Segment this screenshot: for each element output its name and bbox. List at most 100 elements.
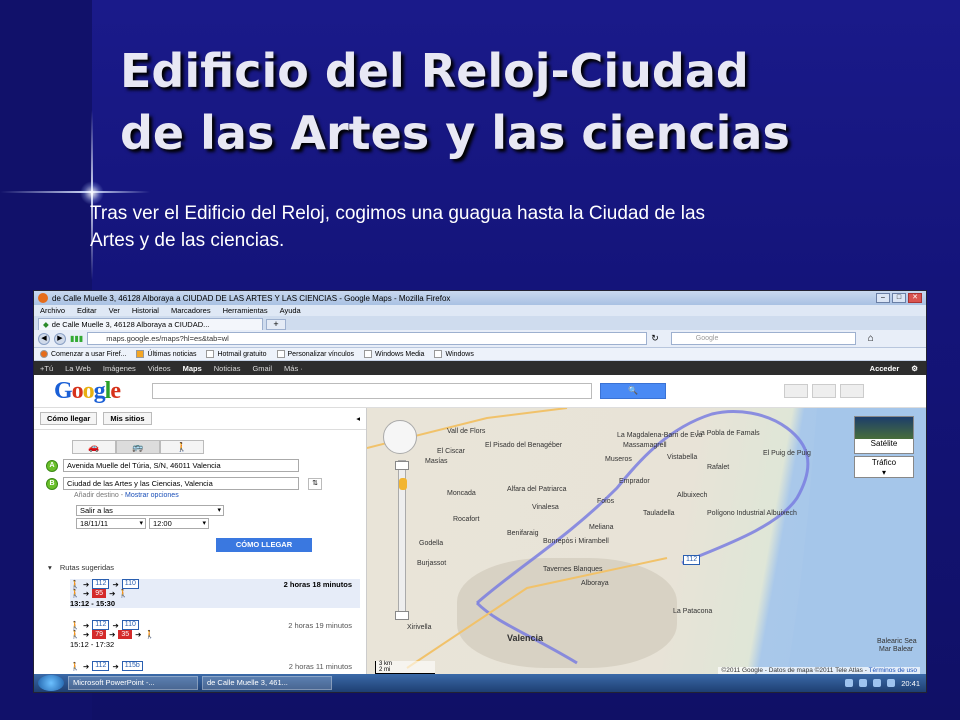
bookmark-bars-icon[interactable]: ▮▮▮ <box>70 334 83 343</box>
walk-icon[interactable]: 🚶 <box>160 440 204 454</box>
navigation-bar: ◀ ▶ ▮▮▮ maps.google.es/maps?hl=es&tab=wl… <box>34 330 926 348</box>
menu-historial[interactable]: Historial <box>132 306 159 315</box>
destination-input[interactable]: Ciudad de las Artes y las Ciencias, Vale… <box>63 477 299 490</box>
gbar-images[interactable]: Imágenes <box>103 364 136 373</box>
browser-search-input[interactable]: Google <box>670 332 856 345</box>
bookmark-item[interactable]: Últimas noticias <box>136 350 196 358</box>
bookmark-label: Hotmail gratuito <box>217 350 267 358</box>
gbar-more[interactable]: Más · <box>284 364 303 373</box>
url-bar[interactable]: maps.google.es/maps?hl=es&tab=wl <box>87 332 648 345</box>
bus-badge-red: 95 <box>92 589 107 598</box>
origin-input[interactable]: Avenida Muelle del Túria, S/N, 46011 Val… <box>63 459 299 472</box>
date-input[interactable]: 18/11/11 <box>76 518 146 529</box>
map-label: Balearic Sea <box>877 638 917 645</box>
home-icon[interactable]: ⌂ <box>868 333 874 344</box>
map-label: El Pisado del Benagéber <box>485 442 563 449</box>
search-button[interactable]: 🔍 <box>600 383 666 399</box>
start-button[interactable] <box>38 675 64 691</box>
bookmark-item[interactable]: Personalizar vínculos <box>276 350 354 358</box>
map-label: Vistabella <box>667 454 698 461</box>
map-label: Polígono Industrial Albuixech <box>707 510 797 517</box>
gbar-gmail[interactable]: Gmail <box>252 364 272 373</box>
expand-icon[interactable]: ▾ <box>48 563 52 572</box>
route-option[interactable]: 🚶 ➔ 112 ➔ 110 2 horas 18 minutos 🚶 ➔ 95 ➔ 🚶 13… <box>70 579 360 608</box>
link-icon[interactable] <box>840 384 864 398</box>
depart-select[interactable]: Salir a las <box>76 505 224 516</box>
map-label: La Magdalena-Barri de Evá <box>617 432 703 439</box>
gear-icon[interactable]: ⚙ <box>911 364 918 373</box>
taskbar-item[interactable]: Microsoft PowerPoint -... <box>68 676 198 690</box>
reload-icon[interactable]: ↻ <box>651 333 659 344</box>
close-button[interactable]: ✕ <box>908 293 922 303</box>
maximize-button[interactable]: □ <box>892 293 906 303</box>
car-icon[interactable]: 🚗 <box>72 440 116 454</box>
browser-tab[interactable]: ◆ de Calle Muelle 3, 46128 Alboraya a CI… <box>38 318 263 330</box>
pan-control[interactable] <box>383 420 417 454</box>
gbar-web[interactable]: La Web <box>65 364 91 373</box>
email-icon[interactable] <box>812 384 836 398</box>
tray-icon[interactable] <box>859 679 868 687</box>
gbar-plus[interactable]: +Tú <box>40 364 53 373</box>
gbar-videos[interactable]: Videos <box>148 364 171 373</box>
menu-ver[interactable]: Ver <box>109 306 120 315</box>
my-places-button[interactable]: Mis sitios <box>103 412 152 425</box>
map-label: Museros <box>605 456 632 463</box>
map-label: Vall de Flors <box>447 428 486 435</box>
terms-link[interactable]: Términos de uso <box>869 667 917 674</box>
taskbar-item[interactable]: de Calle Muelle 3, 461... <box>202 676 332 690</box>
get-directions-submit[interactable]: CÓMO LLEGAR <box>216 538 312 552</box>
gbar-maps[interactable]: Maps <box>183 364 202 373</box>
add-destination-link[interactable]: Añadir destino <box>74 492 119 499</box>
menu-editar[interactable]: Editar <box>77 306 97 315</box>
zoom-out-button[interactable] <box>395 611 409 620</box>
map-label: Meliana <box>589 524 614 531</box>
new-tab-button[interactable]: + <box>266 319 286 330</box>
menu-marcadores[interactable]: Marcadores <box>171 306 211 315</box>
tray-icon[interactable] <box>845 679 854 687</box>
zoom-in-button[interactable] <box>395 461 409 470</box>
bus-badge: 110 <box>121 579 139 589</box>
map-label: La Pobla de Farnals <box>697 430 760 437</box>
firefox-icon <box>38 293 48 303</box>
gbar-news[interactable]: Noticias <box>214 364 241 373</box>
google-logo[interactable]: Google <box>54 378 121 405</box>
clock[interactable]: 20:41 <box>901 679 920 688</box>
tray-icon[interactable] <box>887 679 896 687</box>
traffic-label: Tráfico <box>871 458 897 467</box>
map-copyright: ©2011 Google - Datos de mapa ©2011 Tele … <box>718 667 920 674</box>
transit-icon[interactable]: 🚌 <box>116 440 160 454</box>
collapse-icon[interactable]: ◂ <box>356 414 360 423</box>
satellite-button[interactable]: Satélite <box>854 416 914 454</box>
bus-badge: 112 <box>92 579 110 589</box>
menu-ayuda[interactable]: Ayuda <box>280 306 301 315</box>
swap-icon[interactable]: ⇅ <box>308 477 322 490</box>
traffic-button[interactable]: Tráfico ▾ <box>854 456 914 478</box>
slide-body-line1: Tras ver el Edificio del Reloj, cogimos … <box>90 203 706 224</box>
map-label: Emprador <box>619 478 650 485</box>
map-view[interactable]: Vall de Flors El Pisado del Benagéber Ma… <box>367 408 926 676</box>
get-directions-button[interactable]: Cómo llegar <box>40 412 98 425</box>
pegman-icon[interactable] <box>399 478 407 490</box>
slide-title-line2: de las Artes y las ciencias <box>120 106 790 160</box>
signin-link[interactable]: Acceder <box>870 364 900 373</box>
bookmark-item[interactable]: Windows Media <box>364 350 424 358</box>
bookmark-item[interactable]: Comenzar a usar Firef... <box>40 350 126 358</box>
back-icon[interactable]: ◀ <box>38 332 50 345</box>
menu-herramientas[interactable]: Herramientas <box>223 306 268 315</box>
show-options-link[interactable]: Mostrar opciones <box>125 492 179 499</box>
route-option[interactable]: 🚶 ➔ 112 ➔ 110 2 horas 19 minutos 🚶 ➔ 79 ➔ 35 ➔ 🚶… <box>70 620 360 649</box>
window-controls: – □ ✕ <box>876 293 922 303</box>
forward-icon[interactable]: ▶ <box>54 332 66 345</box>
time-select[interactable]: 12:00 <box>149 518 209 529</box>
print-icon[interactable] <box>784 384 808 398</box>
travel-modes: 🚗 🚌 🚶 <box>72 440 366 454</box>
menu-archivo[interactable]: Archivo <box>40 306 65 315</box>
bookmark-item[interactable]: Windows <box>434 350 474 358</box>
route-option[interactable]: 🚶 ➔ 112 ➔ 115b 2 horas 11 minutos <box>70 661 360 671</box>
minimize-button[interactable]: – <box>876 293 890 303</box>
marker-a: A <box>46 459 58 472</box>
bookmark-item[interactable]: Hotmail gratuito <box>206 350 267 358</box>
tray-icon[interactable] <box>873 679 882 687</box>
maps-search-input[interactable] <box>152 383 592 399</box>
system-tray: 20:41 <box>845 679 926 688</box>
